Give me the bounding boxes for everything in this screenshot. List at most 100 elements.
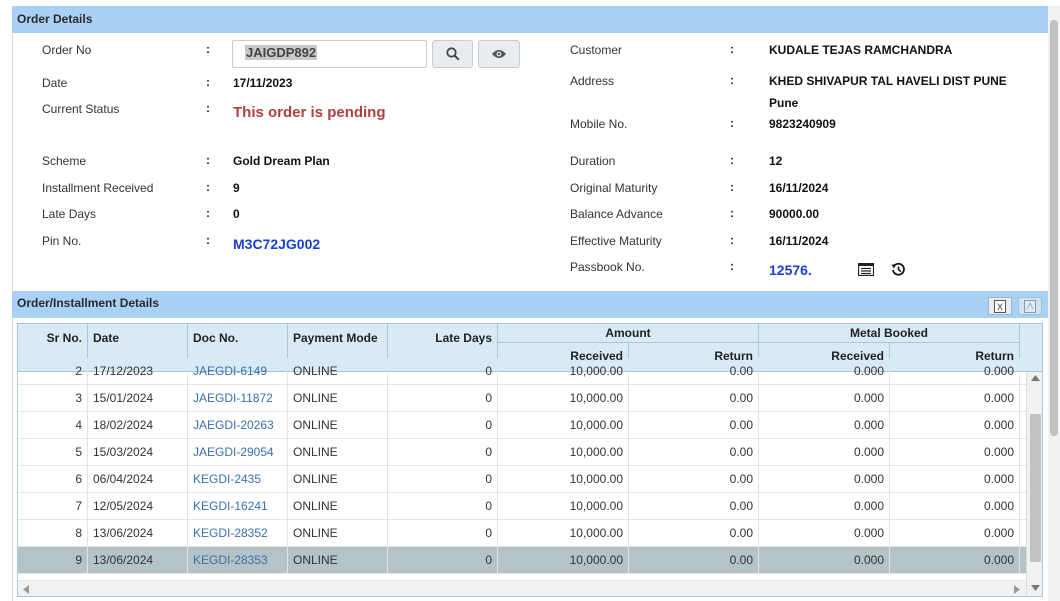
status-value: This order is pending xyxy=(233,104,386,121)
cell-doc-link[interactable]: KEGDI-28352 xyxy=(188,520,288,547)
cell-amount-return: 0.00 xyxy=(629,358,759,385)
cell-payment-mode: ONLINE xyxy=(288,385,388,412)
table-row[interactable]: 6 06/04/2024 KEGDI-2435 ONLINE 0 10,000.00 0.0… xyxy=(18,466,1026,493)
export-pdf-button[interactable] xyxy=(1018,297,1042,315)
late-days-label: Late Days xyxy=(42,207,97,221)
table-row[interactable]: 7 12/05/2024 KEGDI-16241 ONLINE 0 10,000.00 0.… xyxy=(18,493,1026,520)
scheme-label: Scheme xyxy=(42,154,87,168)
export-excel-button[interactable]: X xyxy=(988,297,1012,315)
cell-amount-received: 10,000.00 xyxy=(498,439,629,466)
table-row[interactable]: 2 17/12/2023 JAEGDI-6149 ONLINE 0 10,000.00 0.… xyxy=(18,358,1026,385)
cell-sr: 4 xyxy=(18,412,88,439)
duration-value: 12 xyxy=(769,154,783,168)
cell-amount-return: 0.00 xyxy=(629,520,759,547)
view-button[interactable] xyxy=(478,40,520,68)
order-no-input[interactable]: JAIGDP892 xyxy=(232,40,427,68)
installment-details-header: Order/Installment Details xyxy=(12,291,1048,318)
cell-date: 06/04/2024 xyxy=(88,466,188,493)
scroll-up-icon[interactable] xyxy=(1031,375,1040,381)
table-row[interactable]: 9 13/06/2024 KEGDI-28353 ONLINE 0 10,000.00 0.… xyxy=(18,547,1026,574)
scroll-right-icon[interactable] xyxy=(1014,585,1020,594)
cell-late-days: 0 xyxy=(388,358,498,385)
scheme-value: Gold Dream Plan xyxy=(233,154,330,168)
grid-vertical-thumb[interactable] xyxy=(1030,414,1041,562)
colon: : xyxy=(730,233,734,247)
order-no-label: Order No xyxy=(42,43,92,57)
installment-grid: Sr No. Date Doc No. Payment Mode Late Da… xyxy=(17,323,1043,597)
table-row[interactable]: 3 15/01/2024 JAEGDI-11872 ONLINE 0 10,000.00 0… xyxy=(18,385,1026,412)
cell-doc-link[interactable]: KEGDI-16241 xyxy=(188,493,288,520)
pin-value: M3C72JG002 xyxy=(233,236,321,252)
cell-metal-return: 0.000 xyxy=(890,493,1020,520)
cell-metal-return: 0.000 xyxy=(890,520,1020,547)
balance-advance-value: 90000.00 xyxy=(769,207,820,221)
cell-doc-link[interactable]: JAEGDI-20263 xyxy=(188,412,288,439)
duration-label: Duration xyxy=(570,154,616,168)
colon: : xyxy=(206,180,210,194)
colon: : xyxy=(206,101,210,115)
list-icon xyxy=(857,262,875,277)
cell-late-days: 0 xyxy=(388,547,498,574)
history-icon xyxy=(891,262,905,276)
scroll-left-icon[interactable] xyxy=(23,585,29,594)
cell-doc-link[interactable]: JAEGDI-29054 xyxy=(188,439,288,466)
table-row[interactable]: 8 13/06/2024 KEGDI-28352 ONLINE 0 10,000.00 0.… xyxy=(18,520,1026,547)
cell-doc-link[interactable]: KEGDI-2435 xyxy=(188,466,288,493)
cell-metal-return: 0.000 xyxy=(890,466,1020,493)
page-scrollbar-thumb[interactable] xyxy=(1050,20,1058,436)
page-scrollbar[interactable] xyxy=(1048,6,1060,601)
cell-metal-received: 0.000 xyxy=(759,493,890,520)
balance-advance-label: Balance Advance xyxy=(570,207,663,221)
original-maturity-value: 16/11/2024 xyxy=(769,181,829,195)
col-group-amount: Amount xyxy=(498,324,759,343)
grid-horizontal-scrollbar[interactable] xyxy=(18,580,1026,596)
cell-metal-received: 0.000 xyxy=(759,412,890,439)
cell-late-days: 0 xyxy=(388,385,498,412)
cell-metal-received: 0.000 xyxy=(759,385,890,412)
cell-late-days: 0 xyxy=(388,412,498,439)
cell-doc-link[interactable]: JAEGDI-6149 xyxy=(188,358,288,385)
cell-amount-received: 10,000.00 xyxy=(498,547,629,574)
table-row[interactable]: 5 15/03/2024 JAEGDI-29054 ONLINE 0 10,000.00 0… xyxy=(18,439,1026,466)
effective-maturity-label: Effective Maturity xyxy=(570,234,662,248)
cell-date: 17/12/2023 xyxy=(88,358,188,385)
cell-amount-return: 0.00 xyxy=(629,547,759,574)
cell-sr: 3 xyxy=(18,385,88,412)
cell-date: 18/02/2024 xyxy=(88,412,188,439)
colon: : xyxy=(206,153,210,167)
cell-payment-mode: ONLINE xyxy=(288,547,388,574)
table-row[interactable]: 4 18/02/2024 JAEGDI-20263 ONLINE 0 10,000.00 0… xyxy=(18,412,1026,439)
cell-sr: 9 xyxy=(18,547,88,574)
cell-amount-received: 10,000.00 xyxy=(498,358,629,385)
passbook-value: 12576. xyxy=(769,262,812,278)
cell-amount-return: 0.00 xyxy=(629,466,759,493)
cell-sr: 5 xyxy=(18,439,88,466)
cell-metal-received: 0.000 xyxy=(759,439,890,466)
status-label: Current Status xyxy=(42,102,120,116)
scroll-down-icon[interactable] xyxy=(1031,585,1040,591)
cell-late-days: 0 xyxy=(388,493,498,520)
cell-doc-link[interactable]: JAEGDI-11872 xyxy=(188,385,288,412)
cell-amount-return: 0.00 xyxy=(629,385,759,412)
cell-doc-link[interactable]: KEGDI-28353 xyxy=(188,547,288,574)
order-details-header: Order Details xyxy=(12,6,1048,33)
cell-payment-mode: ONLINE xyxy=(288,358,388,385)
cell-amount-received: 10,000.00 xyxy=(498,520,629,547)
cell-date: 15/01/2024 xyxy=(88,385,188,412)
cell-metal-return: 0.000 xyxy=(890,385,1020,412)
cell-metal-received: 0.000 xyxy=(759,358,890,385)
passbook-list-button[interactable] xyxy=(857,262,875,279)
cell-late-days: 0 xyxy=(388,466,498,493)
cell-amount-received: 10,000.00 xyxy=(498,493,629,520)
cell-metal-return: 0.000 xyxy=(890,439,1020,466)
cell-metal-return: 0.000 xyxy=(890,358,1020,385)
grid-vertical-scrollbar[interactable] xyxy=(1026,372,1042,596)
customer-value: KUDALE TEJAS RAMCHANDRA xyxy=(769,43,953,57)
address-line2: Pune xyxy=(769,96,799,110)
effective-maturity-value: 16/11/2024 xyxy=(769,234,829,248)
history-button[interactable] xyxy=(891,262,906,280)
search-button[interactable] xyxy=(432,40,473,68)
cell-amount-received: 10,000.00 xyxy=(498,412,629,439)
date-value: 17/11/2023 xyxy=(233,76,293,90)
address-label: Address xyxy=(570,74,615,88)
